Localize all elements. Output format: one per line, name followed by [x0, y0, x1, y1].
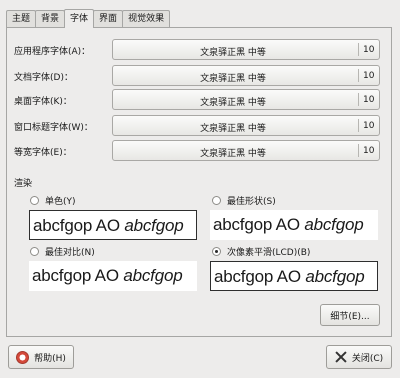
application-font-label: 应用程序字体(A)： — [14, 47, 91, 57]
preview-regular-text: abcfgop AO — [213, 215, 305, 234]
tab-background[interactable]: 背景 — [35, 10, 66, 27]
radio-best-shapes-indicator[interactable] — [212, 195, 221, 205]
monospace-font-row: 等宽字体(E)： 文泉驿正黑 中等 10 — [14, 140, 382, 162]
preview-regular-text: abcfgop AO — [214, 267, 306, 286]
radio-subpixel-label: 次像素平滑(LCD)(B) — [227, 247, 311, 258]
separator — [358, 119, 359, 132]
tab-fonts[interactable]: 字体 — [64, 9, 95, 28]
preview-monochrome[interactable]: abcfgop AO abcfgop — [29, 210, 197, 240]
window-title-font-label: 窗口标题字体(W)： — [14, 123, 93, 133]
document-font-label: 文档字体(D)： — [14, 73, 73, 83]
preview-italic-text: abcfgop — [124, 216, 184, 235]
desktop-font-label: 桌面字体(K)： — [14, 97, 72, 107]
help-button-label: 帮助(H) — [34, 353, 66, 364]
preview-best-contrast[interactable]: abcfgop AO abcfgop — [29, 261, 197, 291]
preview-regular-text: abcfgop AO — [33, 216, 125, 235]
close-button[interactable]: 关闭(C) — [326, 345, 392, 369]
close-button-label: 关闭(C) — [351, 353, 384, 364]
monospace-font-button[interactable]: 文泉驿正黑 中等 10 — [112, 140, 380, 161]
separator — [358, 69, 359, 82]
radio-best-contrast-label: 最佳对比(N) — [45, 247, 95, 258]
radio-best-contrast[interactable]: 最佳对比(N) — [30, 244, 95, 258]
preview-italic-text: abcfgop — [305, 267, 365, 286]
monospace-font-label: 等宽字体(E)： — [14, 148, 72, 158]
radio-monochrome-indicator[interactable] — [30, 195, 39, 205]
help-button[interactable]: 帮助(H) — [8, 345, 74, 369]
help-icon — [16, 350, 30, 364]
preview-regular-text: abcfgop AO — [32, 266, 124, 285]
tab-bar: 主题 背景 字体 界面 视觉效果 — [6, 9, 171, 28]
desktop-font-button[interactable]: 文泉驿正黑 中等 10 — [112, 89, 380, 110]
rendering-title: 渲染 — [14, 179, 33, 189]
preview-subpixel[interactable]: abcfgop AO abcfgop — [210, 261, 378, 291]
separator — [358, 144, 359, 157]
radio-subpixel[interactable]: 次像素平滑(LCD)(B) — [212, 244, 310, 258]
tab-interface[interactable]: 界面 — [93, 10, 124, 27]
application-font-row: 应用程序字体(A)： 文泉驿正黑 中等 10 — [14, 39, 382, 61]
preview-italic-text: abcfgop — [304, 215, 364, 234]
desktop-font-size: 10 — [363, 95, 375, 105]
desktop-font-name: 文泉驿正黑 中等 — [200, 98, 266, 108]
desktop-font-row: 桌面字体(K)： 文泉驿正黑 中等 10 — [14, 89, 382, 111]
window-title-font-button[interactable]: 文泉驿正黑 中等 10 — [112, 115, 380, 136]
tab-visual-effects[interactable]: 视觉效果 — [122, 10, 171, 27]
radio-subpixel-indicator[interactable] — [212, 246, 221, 256]
details-button-label: 细节(E)... — [330, 311, 370, 322]
application-font-button[interactable]: 文泉驿正黑 中等 10 — [112, 39, 380, 60]
radio-best-contrast-indicator[interactable] — [30, 246, 39, 256]
radio-best-shapes-label: 最佳形状(S) — [227, 196, 276, 207]
window-title-font-row: 窗口标题字体(W)： 文泉驿正黑 中等 10 — [14, 115, 382, 137]
preview-italic-text: abcfgop — [123, 266, 183, 285]
radio-monochrome-label: 单色(Y) — [45, 196, 76, 207]
close-icon — [335, 351, 347, 363]
document-font-row: 文档字体(D)： 文泉驿正黑 中等 10 — [14, 65, 382, 87]
radio-monochrome[interactable]: 单色(Y) — [30, 193, 76, 207]
radio-best-shapes[interactable]: 最佳形状(S) — [212, 193, 276, 207]
tab-theme[interactable]: 主题 — [6, 10, 37, 27]
window-title-font-size: 10 — [363, 121, 375, 131]
details-button[interactable]: 细节(E)... — [320, 304, 380, 326]
document-font-name: 文泉驿正黑 中等 — [200, 74, 266, 84]
separator — [358, 93, 359, 106]
window-title-font-name: 文泉驿正黑 中等 — [200, 124, 266, 134]
monospace-font-name: 文泉驿正黑 中等 — [200, 149, 266, 159]
document-font-button[interactable]: 文泉驿正黑 中等 10 — [112, 65, 380, 86]
application-font-size: 10 — [363, 45, 375, 55]
application-font-name: 文泉驿正黑 中等 — [200, 48, 266, 58]
monospace-font-size: 10 — [363, 146, 375, 156]
document-font-size: 10 — [363, 71, 375, 81]
preview-best-shapes[interactable]: abcfgop AO abcfgop — [210, 210, 378, 240]
separator — [358, 43, 359, 56]
